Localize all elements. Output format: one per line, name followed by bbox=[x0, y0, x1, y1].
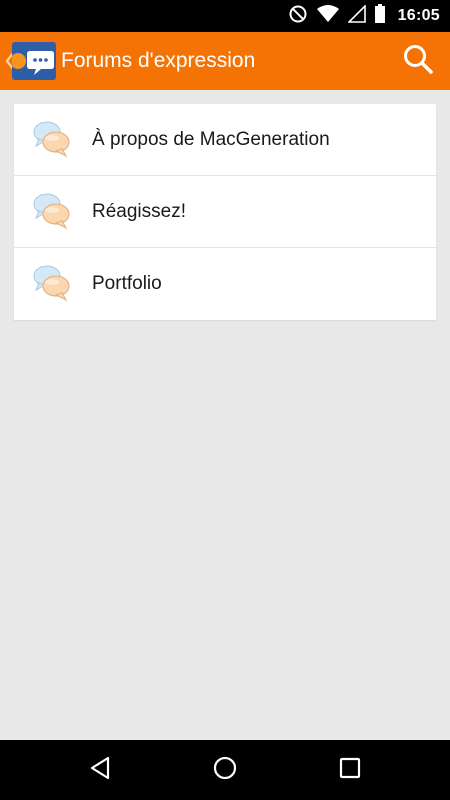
battery-icon bbox=[374, 3, 386, 29]
wifi-icon bbox=[316, 4, 340, 29]
forum-list: À propos de MacGeneration Réagissez! Por… bbox=[14, 104, 436, 320]
forum-item-portfolio[interactable]: Portfolio bbox=[14, 248, 436, 320]
search-icon bbox=[402, 43, 434, 80]
nav-recents-button[interactable] bbox=[330, 750, 370, 790]
chat-bubbles-icon bbox=[32, 119, 72, 159]
nav-home-button[interactable] bbox=[205, 750, 245, 790]
forum-item-label: Portfolio bbox=[92, 273, 162, 294]
status-time: 16:05 bbox=[397, 7, 440, 24]
search-button[interactable] bbox=[400, 43, 436, 79]
cell-signal-icon bbox=[346, 3, 366, 28]
status-icons: 16:05 bbox=[288, 0, 440, 32]
app-bar: Forums d'expression bbox=[0, 32, 450, 90]
status-bar: 16:05 bbox=[0, 0, 450, 32]
back-icon bbox=[88, 755, 112, 786]
page-title: Forums d'expression bbox=[61, 49, 256, 72]
forum-item-reagissez[interactable]: Réagissez! bbox=[14, 176, 436, 248]
app-logo-icon[interactable] bbox=[10, 42, 56, 80]
do-not-disturb-icon bbox=[288, 4, 308, 29]
nav-back-button[interactable] bbox=[80, 750, 120, 790]
forum-item-label: À propos de MacGeneration bbox=[92, 129, 330, 150]
recents-icon bbox=[339, 757, 361, 784]
forum-item-a-propos[interactable]: À propos de MacGeneration bbox=[14, 104, 436, 176]
forum-item-label: Réagissez! bbox=[92, 201, 186, 222]
home-icon bbox=[212, 755, 238, 786]
chat-bubbles-icon bbox=[32, 191, 72, 231]
chat-bubbles-icon bbox=[32, 263, 72, 303]
navigation-bar bbox=[0, 740, 450, 800]
